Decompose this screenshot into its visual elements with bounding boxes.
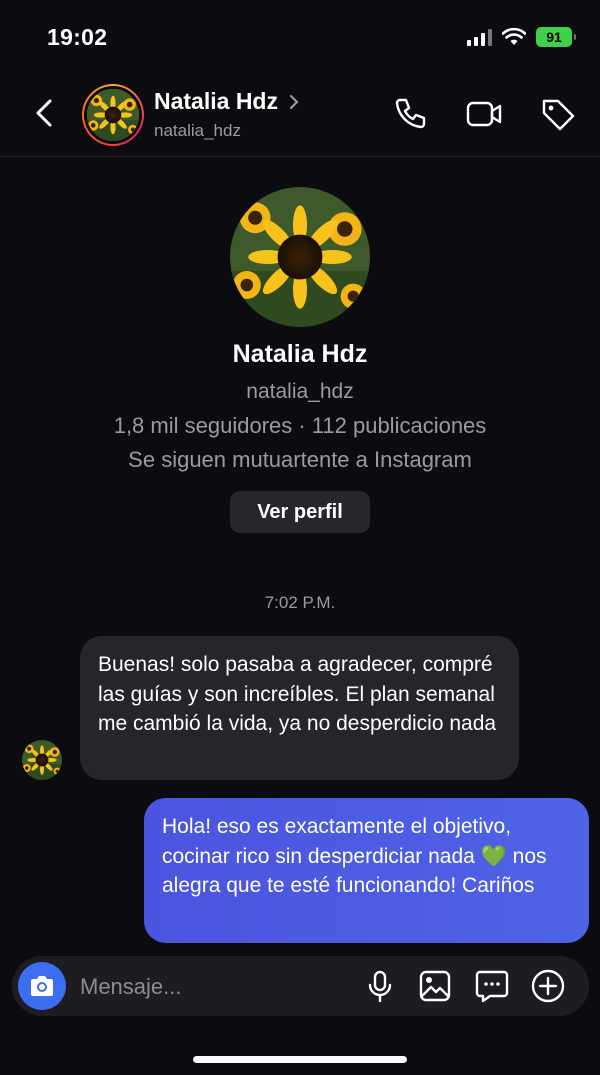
outgoing-message-text: Hola! eso es exactamente el objetivo, co… (162, 815, 547, 897)
incoming-message-text: Buenas! solo pasaba a agradecer, compré … (98, 653, 497, 735)
profile-stats: 1,8 mil seguidores · 112 publicaciones (113, 413, 487, 438)
message-timestamp: 7:02 P.M. (264, 593, 336, 612)
header-contact-name[interactable]: Natalia Hdz (154, 88, 300, 115)
camera-button[interactable] (18, 962, 66, 1010)
header-username: natalia_hdz (154, 121, 241, 140)
chevron-right-icon (289, 94, 299, 109)
profile-mutual-follow: Se siguen mutuartente a Instagram (128, 447, 472, 472)
home-indicator[interactable] (193, 1056, 407, 1063)
sticker-icon[interactable] (474, 968, 510, 1004)
battery-icon: 91 (536, 27, 576, 47)
profile-name: Natalia Hdz (232, 340, 368, 368)
message-composer (12, 956, 589, 1016)
plus-circle-icon[interactable] (530, 968, 566, 1004)
status-time: 19:02 (47, 24, 108, 50)
chat-header: Natalia Hdz natalia_hdz (0, 80, 600, 157)
view-profile-button[interactable]: Ver perfil (230, 491, 370, 533)
tag-icon[interactable] (540, 96, 576, 132)
video-camera-icon[interactable] (466, 96, 502, 132)
header-avatar[interactable] (82, 84, 144, 146)
sunflower-avatar-image (87, 89, 139, 141)
header-name-text: Natalia Hdz (154, 88, 278, 114)
outgoing-message[interactable]: Hola! eso es exactamente el objetivo, co… (144, 798, 589, 943)
battery-level: 91 (546, 29, 562, 45)
signal-icon (467, 28, 492, 46)
phone-icon[interactable] (392, 96, 428, 132)
back-arrow-icon[interactable] (28, 96, 62, 130)
wifi-icon (502, 28, 526, 45)
incoming-message[interactable]: Buenas! solo pasaba a agradecer, compré … (80, 636, 519, 780)
profile-username: natalia_hdz (246, 380, 354, 403)
message-input[interactable] (78, 968, 342, 1006)
message-sender-avatar[interactable] (22, 740, 62, 780)
sunflower-sender-image (22, 740, 62, 780)
profile-avatar[interactable] (230, 187, 370, 327)
chat-screen: 19:02 91 Natalia Hdz natalia_hdz Natalia… (0, 0, 600, 1075)
status-indicators: 91 (467, 26, 576, 48)
image-icon[interactable] (417, 968, 453, 1004)
camera-icon (31, 976, 53, 996)
sunflower-profile-image (230, 187, 370, 327)
microphone-icon[interactable] (362, 968, 398, 1004)
